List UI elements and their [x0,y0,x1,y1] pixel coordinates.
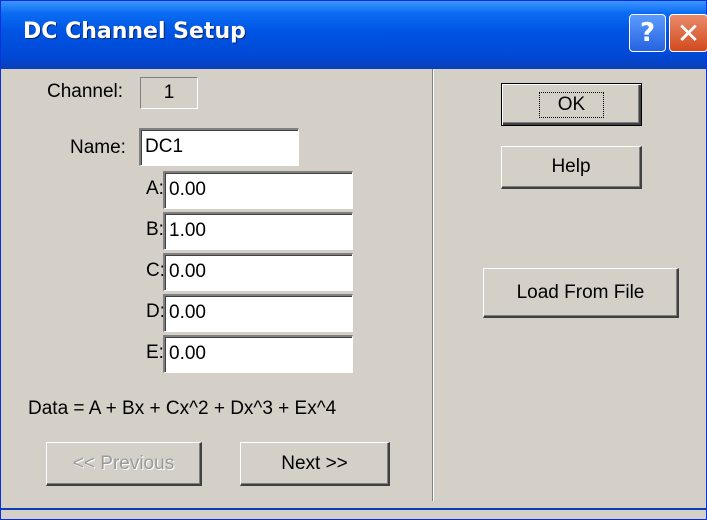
ok-button[interactable]: OK [501,83,642,126]
coef-b-field[interactable]: 1.00 [163,212,353,250]
close-icon[interactable]: ✕ [669,14,707,52]
next-button[interactable]: Next >> [240,442,390,486]
window-bottom-border [1,508,706,510]
name-label: Name: [70,137,126,158]
ok-button-label: OK [538,91,605,118]
channel-number: 1 [140,77,198,109]
dialog-window: DC Channel Setup ? ✕ Channel: 1 Name: DC… [0,0,707,520]
channel-label: Channel: [47,81,124,102]
help-icon[interactable]: ? [629,14,666,52]
load-from-file-button[interactable]: Load From File [483,268,679,318]
name-field[interactable]: DC1 [139,128,299,166]
help-button[interactable]: Help [501,146,642,189]
coef-c-field[interactable]: 0.00 [163,253,353,291]
window-title: DC Channel Setup [23,19,246,44]
coef-e-label: E: [146,342,164,363]
formula-text: Data = A + Bx + Cx^2 + Dx^3 + Ex^4 [28,398,337,419]
title-bar[interactable]: DC Channel Setup ? ✕ [1,1,707,69]
vertical-divider [432,69,434,501]
coef-a-field[interactable]: 0.00 [163,171,353,209]
coef-a-label: A: [146,178,164,199]
coef-d-field[interactable]: 0.00 [163,294,353,332]
coef-b-label: B: [146,219,164,240]
previous-button[interactable]: << Previous [46,442,202,486]
coef-e-field[interactable]: 0.00 [163,335,353,373]
